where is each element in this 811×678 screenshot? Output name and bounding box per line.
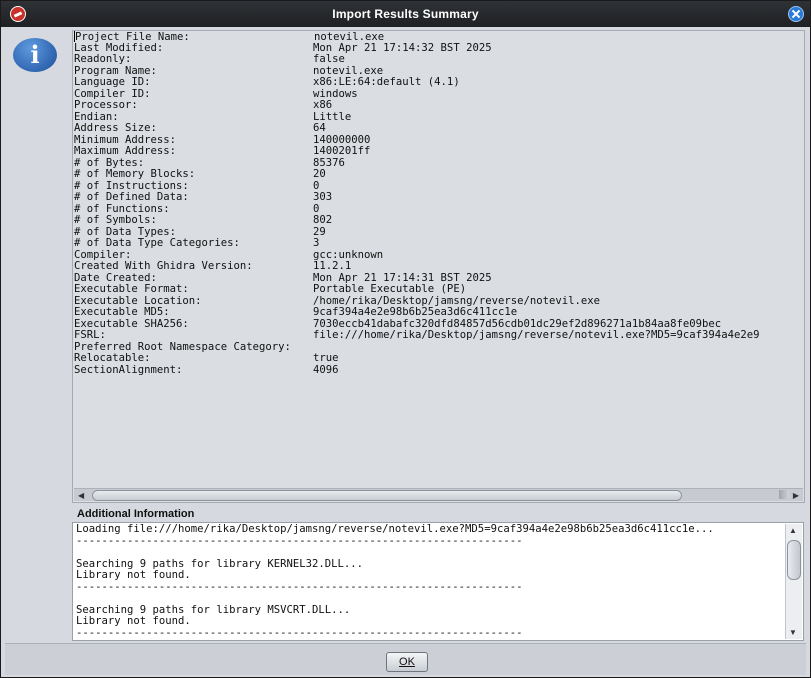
summary-value: windows [313,87,358,100]
log-line: ----------------------------------------… [76,580,523,593]
summary-row: FSRL: file:///home/rika/Desktop/jamsng/re… [74,329,804,342]
summary-key: # of Defined Data: [74,191,189,203]
scroll-right-icon[interactable]: ▶ [793,491,799,500]
summary-value: gcc:unknown [313,248,384,261]
summary-row: SectionAlignment: 4096 [74,363,804,377]
ok-button-label: OK [399,656,415,668]
additional-info-area[interactable]: Loading file:///home/rika/Desktop/jamsng… [72,522,804,641]
scrollbar-thumb[interactable] [787,540,801,580]
close-icon[interactable] [788,6,804,22]
summary-row: Processor: x86 [74,99,804,112]
summary-value: Mon Apr 21 17:14:32 BST 2025 [313,41,492,54]
vertical-scrollbar[interactable]: ▲ ▼ [785,524,802,639]
summary-value: 0 [313,179,320,192]
summary-row: # of Symbols: 802 [74,214,804,227]
summary-content: Project File Name: notevil.exe Last Modifi… [74,31,804,377]
summary-value: 64 [313,122,326,134]
summary-key: # of Data Type Categories: [74,237,240,249]
summary-row: Minimum Address: 140000000 [74,133,804,147]
summary-value: 4096 [313,363,339,376]
button-bar: OK [5,643,806,675]
summary-text-area[interactable]: Project File Name: notevil.exe Last Modifi… [72,30,805,503]
summary-value: Portable Executable (PE) [313,283,467,295]
log-line: Loading file:///home/rika/Desktop/jamsng… [76,523,714,535]
summary-value: /home/rika/Desktop/jamsng/reverse/notevi… [313,294,601,307]
summary-value: x86:LE:64:default (4.1) [313,76,460,88]
summary-row: Maximum Address: 1400201ff [74,145,804,158]
summary-key: Executable MD5: [74,306,170,318]
summary-key: Processor: [74,99,138,111]
log-line: ----------------------------------------… [76,534,523,547]
summary-key: FSRL: [74,329,106,341]
summary-key: # of Memory Blocks: [74,168,196,180]
horizontal-scrollbar[interactable]: ◀ ▶ [74,488,803,501]
summary-key: Relocatable: [74,352,151,364]
scroll-down-icon[interactable]: ▼ [789,628,797,637]
summary-row: Address Size: 64 [74,122,804,135]
summary-row: Last Modified: Mon Apr 21 17:14:32 BST 20… [74,41,804,55]
summary-value: 140000000 [313,133,371,146]
summary-value: 9caf394a4e2e98b6b25ea3d6c411cc1e [313,306,518,318]
scroll-left-icon[interactable]: ◀ [78,491,84,500]
summary-row: Preferred Root Namespace Category: [74,341,804,354]
summary-row: # of Functions: 0 [74,202,804,216]
summary-value: notevil.exe [313,64,384,77]
summary-value: 802 [313,214,333,226]
summary-value: x86 [313,99,333,111]
scroll-up-icon[interactable]: ▲ [789,526,797,535]
summary-value: true [313,352,339,364]
summary-row: Relocatable: true [74,352,804,365]
summary-value: Little [313,110,352,123]
scrollbar-thumb[interactable] [92,490,682,501]
summary-key: # of Symbols: [74,214,157,226]
summary-key: Executable Format: [74,283,189,295]
log-line: ----------------------------------------… [76,626,523,639]
summary-key: Address Size: [74,122,157,134]
summary-key: Maximum Address: [74,145,177,157]
info-icon: i [13,38,57,72]
ok-button[interactable]: OK [386,652,428,672]
summary-key: Executable SHA256: [74,317,189,330]
summary-value: 11.2.1 [313,260,352,272]
scrollbar-grip[interactable] [779,490,789,499]
summary-row: # of Data Type Categories: 3 [74,237,804,250]
summary-row: Endian: Little [74,110,804,124]
summary-value: 85376 [313,156,345,169]
summary-value: Mon Apr 21 17:14:31 BST 2025 [313,271,492,284]
summary-row: Language ID: x86:LE:64:default (4.1) [74,76,804,89]
summary-key: Language ID: [74,76,151,88]
summary-value: 7030eccb41dabafc320dfd84857d56cdb01dc29e… [313,317,722,330]
summary-value: 0 [313,202,320,215]
additional-info-content: Loading file:///home/rika/Desktop/jamsng… [76,523,714,639]
log-line: Library not found. [76,569,191,581]
summary-row: # of Memory Blocks: 20 [74,168,804,181]
summary-value: 1400201ff [313,145,371,157]
summary-value: file:///home/rika/Desktop/jamsng/reverse… [313,329,760,341]
summary-value: 29 [313,225,326,238]
title-bar[interactable]: Import Results Summary [1,1,810,27]
summary-key: Created With Ghidra Version: [74,260,253,272]
summary-key: SectionAlignment: [74,363,183,376]
log-line: Library not found. [76,615,191,627]
summary-value: 303 [313,191,333,203]
summary-row: Readonly: false [74,53,804,66]
summary-value: false [313,53,345,65]
summary-row: # of Defined Data: 303 [74,191,804,204]
summary-value: 3 [313,237,320,249]
import-results-dialog: Import Results Summary i Project File Na… [0,0,811,678]
summary-row: Compiler ID: windows [74,87,804,101]
summary-key: Readonly: [74,53,132,65]
additional-info-label: Additional Information [77,508,195,520]
window-title: Import Results Summary [332,7,479,21]
summary-value: 20 [313,168,326,180]
